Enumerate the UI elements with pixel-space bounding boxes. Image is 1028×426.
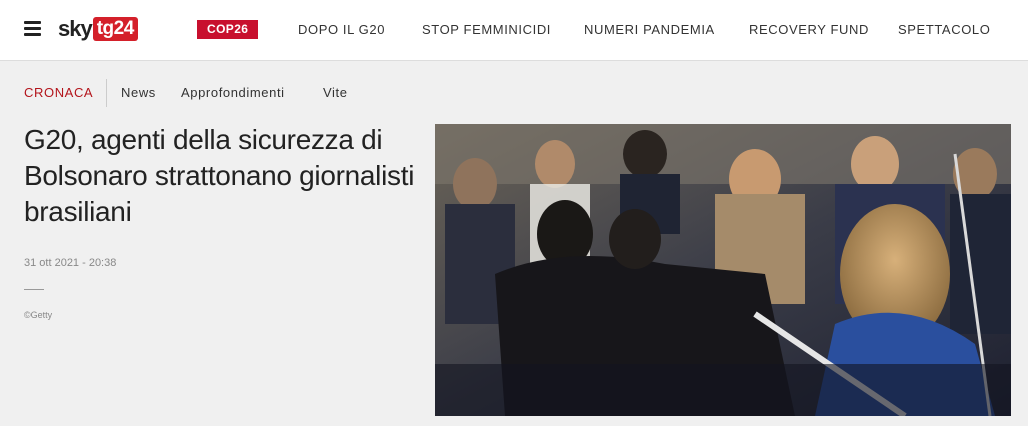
sky-tg24-logo[interactable]: sky tg24 <box>58 16 138 42</box>
divider-line <box>24 289 44 290</box>
subnav-news[interactable]: News <box>121 85 156 100</box>
menu-icon[interactable] <box>24 21 41 36</box>
logo-sky-text: sky <box>58 16 93 41</box>
subnav-approfondimenti[interactable]: Approfondimenti <box>181 85 285 100</box>
nav-spettacolo[interactable]: SPETTACOLO <box>898 22 990 37</box>
nav-stop-femminicidi[interactable]: STOP FEMMINICIDI <box>422 22 551 37</box>
article-date: 31 ott 2021 - 20:38 <box>24 257 117 269</box>
section-nav: CRONACA News Approfondimenti Vite <box>0 61 1028 123</box>
photo-credit: ©Getty <box>24 310 53 320</box>
article-photo[interactable] <box>435 124 1011 416</box>
article-title: G20, agenti della sicurezza di Bolsonaro… <box>24 124 415 227</box>
section-cronaca-link[interactable]: CRONACA <box>24 85 93 100</box>
subnav-vite[interactable]: Vite <box>323 85 348 100</box>
cop26-badge[interactable]: COP26 <box>197 20 259 39</box>
nav-numeri-pandemia[interactable]: NUMERI PANDEMIA <box>584 22 715 37</box>
crowd-scene-image <box>435 124 1011 416</box>
nav-dopo-il-g20[interactable]: DOPO IL G20 <box>298 22 385 37</box>
top-bar: sky tg24 COP26 DOPO IL G20 STOP FEMMINIC… <box>0 0 1028 61</box>
section-divider <box>106 79 107 107</box>
nav-recovery-fund[interactable]: RECOVERY FUND <box>749 22 869 37</box>
logo-tg24-text: tg24 <box>92 17 138 41</box>
